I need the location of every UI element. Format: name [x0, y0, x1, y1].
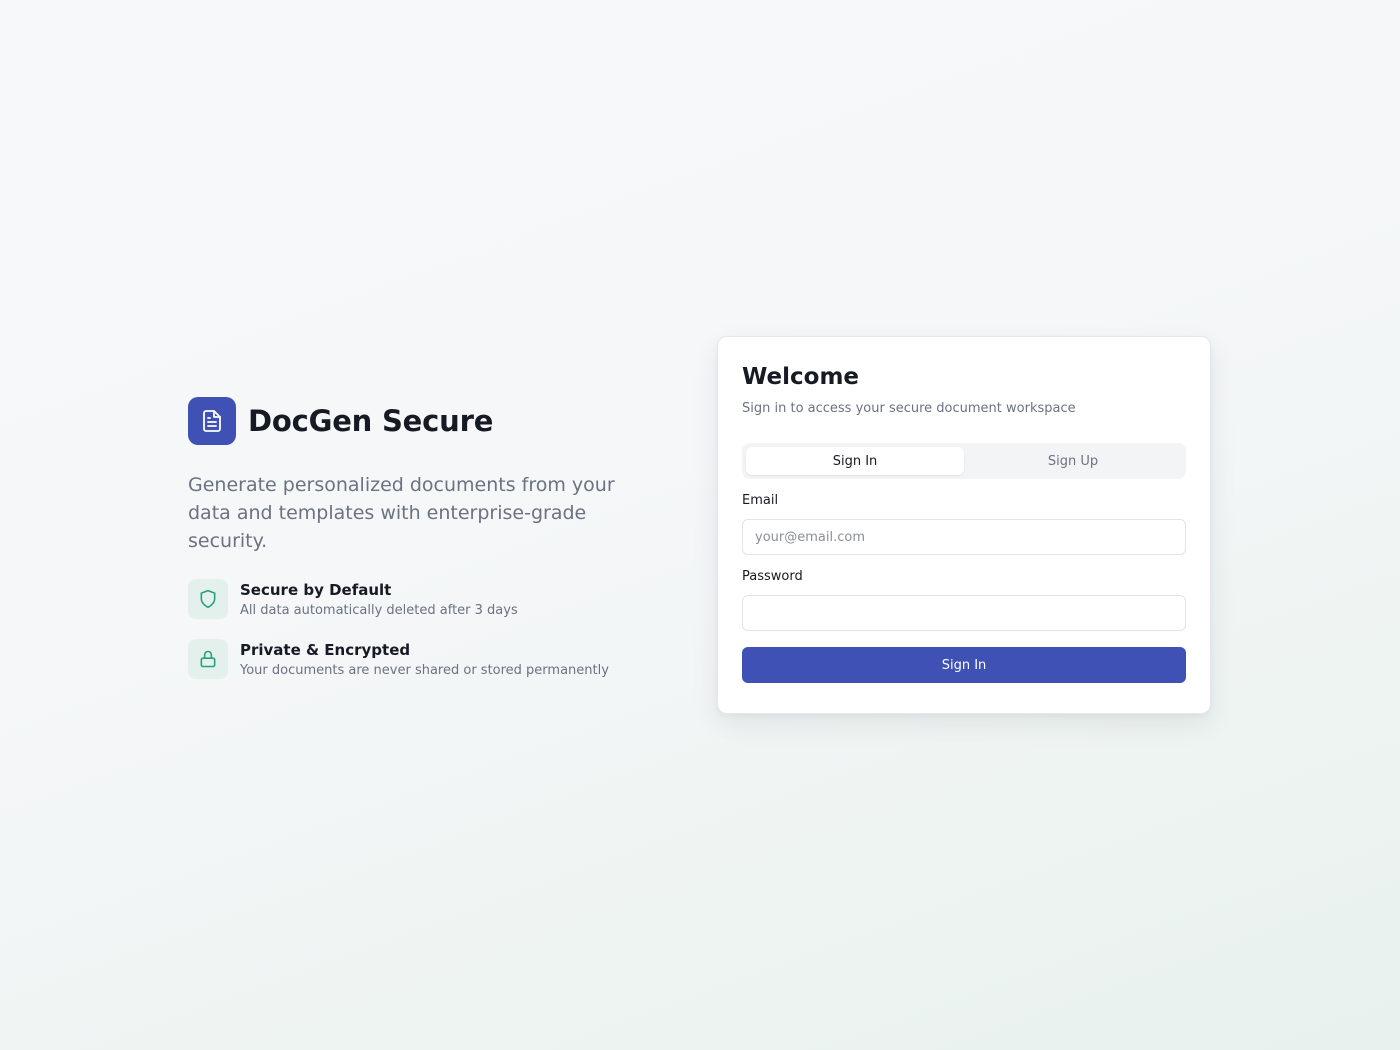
auth-title: Welcome — [742, 364, 860, 390]
password-field[interactable] — [742, 595, 1186, 631]
tab-sign-up[interactable]: Sign Up — [964, 447, 1182, 475]
feature-text: Secure by Default All data automatically… — [240, 579, 518, 621]
brand-logo — [188, 397, 236, 445]
sign-in-form: Email Password Sign In — [742, 491, 1186, 683]
document-icon — [200, 409, 224, 433]
brand-name: DocGen Secure — [248, 404, 494, 438]
password-label: Password — [742, 569, 803, 584]
tab-sign-in[interactable]: Sign In — [746, 447, 964, 475]
brand-header: DocGen Secure — [188, 397, 668, 445]
auth-card: Welcome Sign in to access your secure do… — [717, 336, 1211, 714]
feature-item-private: Private & Encrypted Your documents are n… — [188, 639, 668, 683]
hero-panel: DocGen Secure Generate personalized docu… — [188, 397, 668, 699]
feature-title: Secure by Default — [240, 581, 392, 599]
shield-icon — [198, 589, 218, 609]
feature-title: Private & Encrypted — [240, 641, 411, 659]
feature-text: Private & Encrypted Your documents are n… — [240, 639, 609, 681]
feature-description: All data automatically deleted after 3 d… — [240, 603, 518, 618]
auth-tabs: Sign In Sign Up — [742, 443, 1186, 479]
lock-icon — [198, 649, 218, 669]
feature-item-secure: Secure by Default All data automatically… — [188, 579, 668, 623]
feature-list: Secure by Default All data automatically… — [188, 579, 668, 683]
feature-icon-badge — [188, 579, 228, 619]
feature-description: Your documents are never shared or store… — [240, 663, 609, 678]
hero-tagline: Generate personalized documents from you… — [188, 474, 615, 552]
email-field[interactable] — [742, 519, 1186, 555]
feature-icon-badge — [188, 639, 228, 679]
sign-in-button[interactable]: Sign In — [742, 647, 1186, 683]
email-label: Email — [742, 493, 779, 508]
auth-subtitle: Sign in to access your secure document w… — [742, 401, 1076, 416]
